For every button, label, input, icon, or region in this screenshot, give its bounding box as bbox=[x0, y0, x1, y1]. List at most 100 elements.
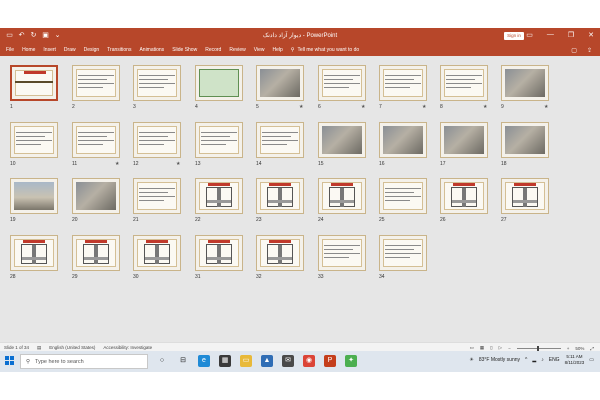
slide-thumbnail[interactable] bbox=[318, 65, 366, 101]
slide-thumbnail[interactable] bbox=[10, 122, 58, 158]
slide-thumbnail[interactable] bbox=[10, 65, 58, 101]
slide-thumbnail[interactable] bbox=[379, 65, 427, 101]
zoom-in-button[interactable]: + bbox=[567, 346, 570, 351]
mail-icon[interactable]: ✉ bbox=[282, 355, 294, 367]
volume-icon[interactable]: ♪ bbox=[541, 357, 544, 363]
slide-thumbnail[interactable] bbox=[256, 65, 304, 101]
tab-insert[interactable]: Insert bbox=[43, 47, 56, 53]
slide-thumbnail[interactable] bbox=[256, 178, 304, 214]
slide-number: 5 bbox=[256, 104, 259, 110]
language-indicator[interactable]: ENG bbox=[549, 357, 560, 363]
slide-thumbnail[interactable] bbox=[318, 178, 366, 214]
windows-start-icon[interactable] bbox=[5, 356, 15, 366]
slide-thumbnail[interactable] bbox=[440, 122, 488, 158]
edge-icon[interactable]: e bbox=[198, 355, 210, 367]
sign-in-button[interactable]: Sign in bbox=[504, 32, 524, 40]
slide-thumbnail[interactable] bbox=[501, 65, 549, 101]
animation-star-icon[interactable]: ★ bbox=[483, 104, 487, 110]
tab-home[interactable]: Home bbox=[22, 47, 35, 53]
close-button[interactable]: ✕ bbox=[588, 31, 594, 39]
taskbar-clock[interactable]: 5:11 AM 8/11/2023 bbox=[565, 354, 585, 366]
tab-transitions[interactable]: Transitions bbox=[107, 47, 131, 53]
tab-view[interactable]: View bbox=[254, 47, 265, 53]
slide-number: 21 bbox=[133, 217, 139, 223]
tab-design[interactable]: Design bbox=[84, 47, 100, 53]
slide-thumbnail[interactable] bbox=[195, 178, 243, 214]
search-placeholder: Type here to search bbox=[35, 358, 84, 365]
photos-icon[interactable]: ▲ bbox=[261, 355, 273, 367]
weather-text[interactable]: 83°F Mostly sunny bbox=[479, 357, 520, 363]
slide-number: 9 bbox=[501, 104, 504, 110]
system-tray: ☀ 83°F Mostly sunny ^ ▂ ♪ ENG 5:11 AM 8/… bbox=[469, 354, 594, 366]
tab-help[interactable]: Help bbox=[272, 47, 282, 53]
tell-me-box[interactable]: ⚲ Tell me what you want to do bbox=[291, 47, 359, 53]
ribbon-tabs: File Home Insert Draw Design Transitions… bbox=[6, 47, 359, 53]
slide-number: 12 bbox=[133, 161, 139, 167]
slide-thumbnail[interactable] bbox=[10, 235, 58, 271]
widgets-icon[interactable]: ⊟ bbox=[177, 355, 189, 367]
zoom-slider[interactable] bbox=[516, 345, 561, 351]
slide-thumbnail[interactable] bbox=[195, 122, 243, 158]
tab-draw[interactable]: Draw bbox=[64, 47, 76, 53]
animation-star-icon[interactable]: ★ bbox=[544, 104, 548, 110]
slide-thumbnail[interactable] bbox=[256, 122, 304, 158]
slide-number: 31 bbox=[195, 274, 201, 280]
maximize-button[interactable]: ❐ bbox=[568, 31, 574, 39]
network-icon[interactable]: ▂ bbox=[532, 357, 536, 363]
animation-star-icon[interactable]: ★ bbox=[176, 161, 180, 167]
slide-thumbnail[interactable] bbox=[440, 65, 488, 101]
animation-star-icon[interactable]: ★ bbox=[115, 161, 119, 167]
slide-thumbnail[interactable] bbox=[133, 178, 181, 214]
window-controls: ▭ — ❐ ✕ bbox=[526, 31, 594, 39]
slide-thumbnail[interactable] bbox=[195, 235, 243, 271]
zoom-level[interactable]: 50% bbox=[575, 346, 584, 351]
file-explorer-icon[interactable]: ▭ bbox=[240, 355, 252, 367]
animation-star-icon[interactable]: ★ bbox=[422, 104, 426, 110]
app-icon[interactable]: ✦ bbox=[345, 355, 357, 367]
slide-thumbnail[interactable] bbox=[133, 65, 181, 101]
slide-thumbnail[interactable] bbox=[379, 178, 427, 214]
store-icon[interactable]: ▦ bbox=[219, 355, 231, 367]
weather-icon[interactable]: ☀ bbox=[469, 357, 473, 363]
slide-thumbnail[interactable] bbox=[133, 235, 181, 271]
animation-star-icon[interactable]: ★ bbox=[361, 104, 365, 110]
slide-thumbnail[interactable] bbox=[379, 122, 427, 158]
slide-thumbnail[interactable] bbox=[318, 235, 366, 271]
slide-thumbnail[interactable] bbox=[379, 235, 427, 271]
tray-overflow-icon[interactable]: ^ bbox=[525, 357, 527, 363]
slide-thumbnail[interactable] bbox=[72, 178, 120, 214]
taskbar-search-box[interactable]: ⚲ Type here to search bbox=[20, 354, 148, 369]
tab-file[interactable]: File bbox=[6, 47, 14, 53]
slide-thumbnail[interactable] bbox=[133, 122, 181, 158]
zoom-out-button[interactable]: − bbox=[508, 346, 511, 351]
tab-record[interactable]: Record bbox=[205, 47, 221, 53]
minimize-button[interactable]: — bbox=[547, 31, 554, 39]
slide-number: 30 bbox=[133, 274, 139, 280]
screen-top-blank bbox=[0, 0, 600, 28]
slide-thumbnail[interactable] bbox=[10, 178, 58, 214]
animation-star-icon[interactable]: ★ bbox=[299, 104, 303, 110]
powerpoint-icon[interactable]: P bbox=[324, 355, 336, 367]
lightbulb-icon: ⚲ bbox=[290, 47, 295, 53]
slide-thumbnail[interactable] bbox=[501, 178, 549, 214]
zoom-slider-knob[interactable] bbox=[536, 345, 539, 351]
ribbon-display-icon[interactable]: ▭ bbox=[526, 31, 533, 39]
slide-number: 20 bbox=[72, 217, 78, 223]
tab-slide-show[interactable]: Slide Show bbox=[172, 47, 197, 53]
slide-thumbnail[interactable] bbox=[72, 65, 120, 101]
chrome-icon[interactable]: ◉ bbox=[303, 355, 315, 367]
fit-to-window-icon[interactable]: ⤢ bbox=[590, 346, 594, 351]
notifications-icon[interactable]: ▭ bbox=[589, 357, 594, 363]
share-icon[interactable]: ⇪ bbox=[587, 47, 592, 54]
slide-thumbnail[interactable] bbox=[318, 122, 366, 158]
tab-animations[interactable]: Animations bbox=[139, 47, 164, 53]
tab-review[interactable]: Review bbox=[229, 47, 245, 53]
slide-thumbnail[interactable] bbox=[501, 122, 549, 158]
slide-thumbnail[interactable] bbox=[195, 65, 243, 101]
slide-thumbnail[interactable] bbox=[440, 178, 488, 214]
slide-thumbnail[interactable] bbox=[72, 235, 120, 271]
slide-thumbnail[interactable] bbox=[72, 122, 120, 158]
slide-thumbnail[interactable] bbox=[256, 235, 304, 271]
task-view-icon[interactable]: ○ bbox=[156, 355, 168, 367]
comments-icon[interactable]: ▢ bbox=[571, 47, 577, 54]
